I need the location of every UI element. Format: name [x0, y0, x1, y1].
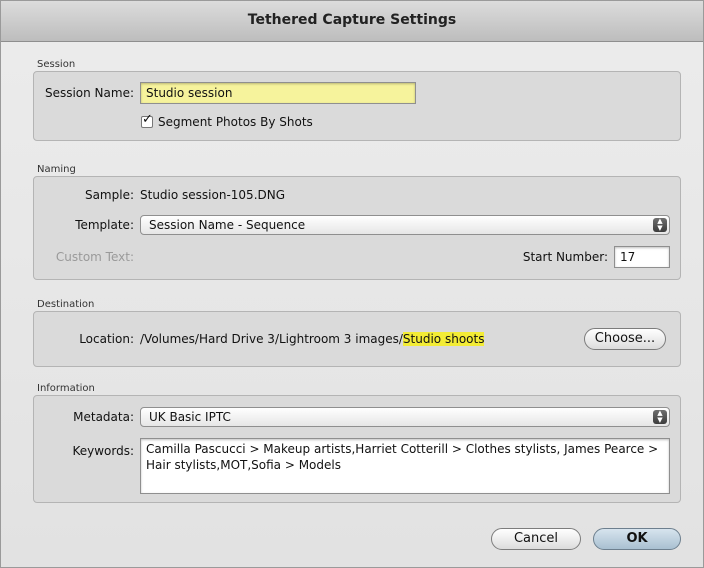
tethered-capture-dialog: Tethered Capture Settings Session Sessio… [0, 0, 704, 568]
location-label: Location: [79, 332, 134, 346]
destination-section-label: Destination [37, 299, 95, 310]
keywords-label: Keywords: [72, 444, 134, 458]
title-bar: Tethered Capture Settings [1, 1, 703, 42]
session-name-label: Session Name: [44, 86, 134, 100]
information-group: Metadata: UK Basic IPTC ▲ ▼ Keywords: Cam… [33, 395, 681, 503]
template-label: Template: [75, 218, 134, 232]
keywords-field[interactable]: Camilla Pascucci > Makeup artists,Harrie… [140, 438, 670, 494]
metadata-popup[interactable]: UK Basic IPTC ▲ ▼ [140, 407, 670, 427]
session-name-input[interactable] [140, 82, 416, 104]
session-group: Session Name: ✓ Segment Photos By Shots [33, 71, 681, 141]
session-section-label: Session [37, 59, 76, 70]
cancel-button[interactable]: Cancel [491, 528, 581, 550]
location-path: /Volumes/Hard Drive 3/Lightroom 3 images… [140, 332, 485, 346]
segment-photos-label: Segment Photos By Shots [158, 115, 313, 129]
location-path-text: /Volumes/Hard Drive 3/Lightroom 3 images… [140, 332, 403, 346]
sample-value: Studio session-105.DNG [140, 188, 286, 202]
start-number-label: Start Number: [522, 250, 608, 264]
location-highlighted-folder: Studio shoots [402, 332, 485, 346]
checkmark-icon: ✓ [142, 112, 153, 127]
destination-group: Location: /Volumes/Hard Drive 3/Lightroo… [33, 311, 681, 367]
naming-group: Sample: Studio session-105.DNG Template:… [33, 176, 681, 280]
choose-button[interactable]: Choose... [584, 328, 666, 350]
metadata-label: Metadata: [73, 410, 134, 424]
metadata-value: UK Basic IPTC [149, 410, 231, 424]
naming-section-label: Naming [37, 164, 76, 175]
information-section-label: Information [37, 383, 95, 394]
start-number-input[interactable] [614, 246, 670, 268]
ok-button[interactable]: OK [593, 528, 681, 550]
custom-text-label: Custom Text: [55, 250, 134, 264]
popup-arrows-icon: ▲ ▼ [653, 410, 667, 424]
template-popup[interactable]: Session Name - Sequence ▲ ▼ [140, 215, 670, 235]
popup-arrows-icon: ▲ ▼ [653, 218, 667, 232]
sample-label: Sample: [84, 188, 134, 202]
segment-photos-checkbox[interactable]: ✓ [141, 112, 153, 128]
dialog-title: Tethered Capture Settings [247, 12, 457, 28]
template-value: Session Name - Sequence [149, 218, 306, 232]
